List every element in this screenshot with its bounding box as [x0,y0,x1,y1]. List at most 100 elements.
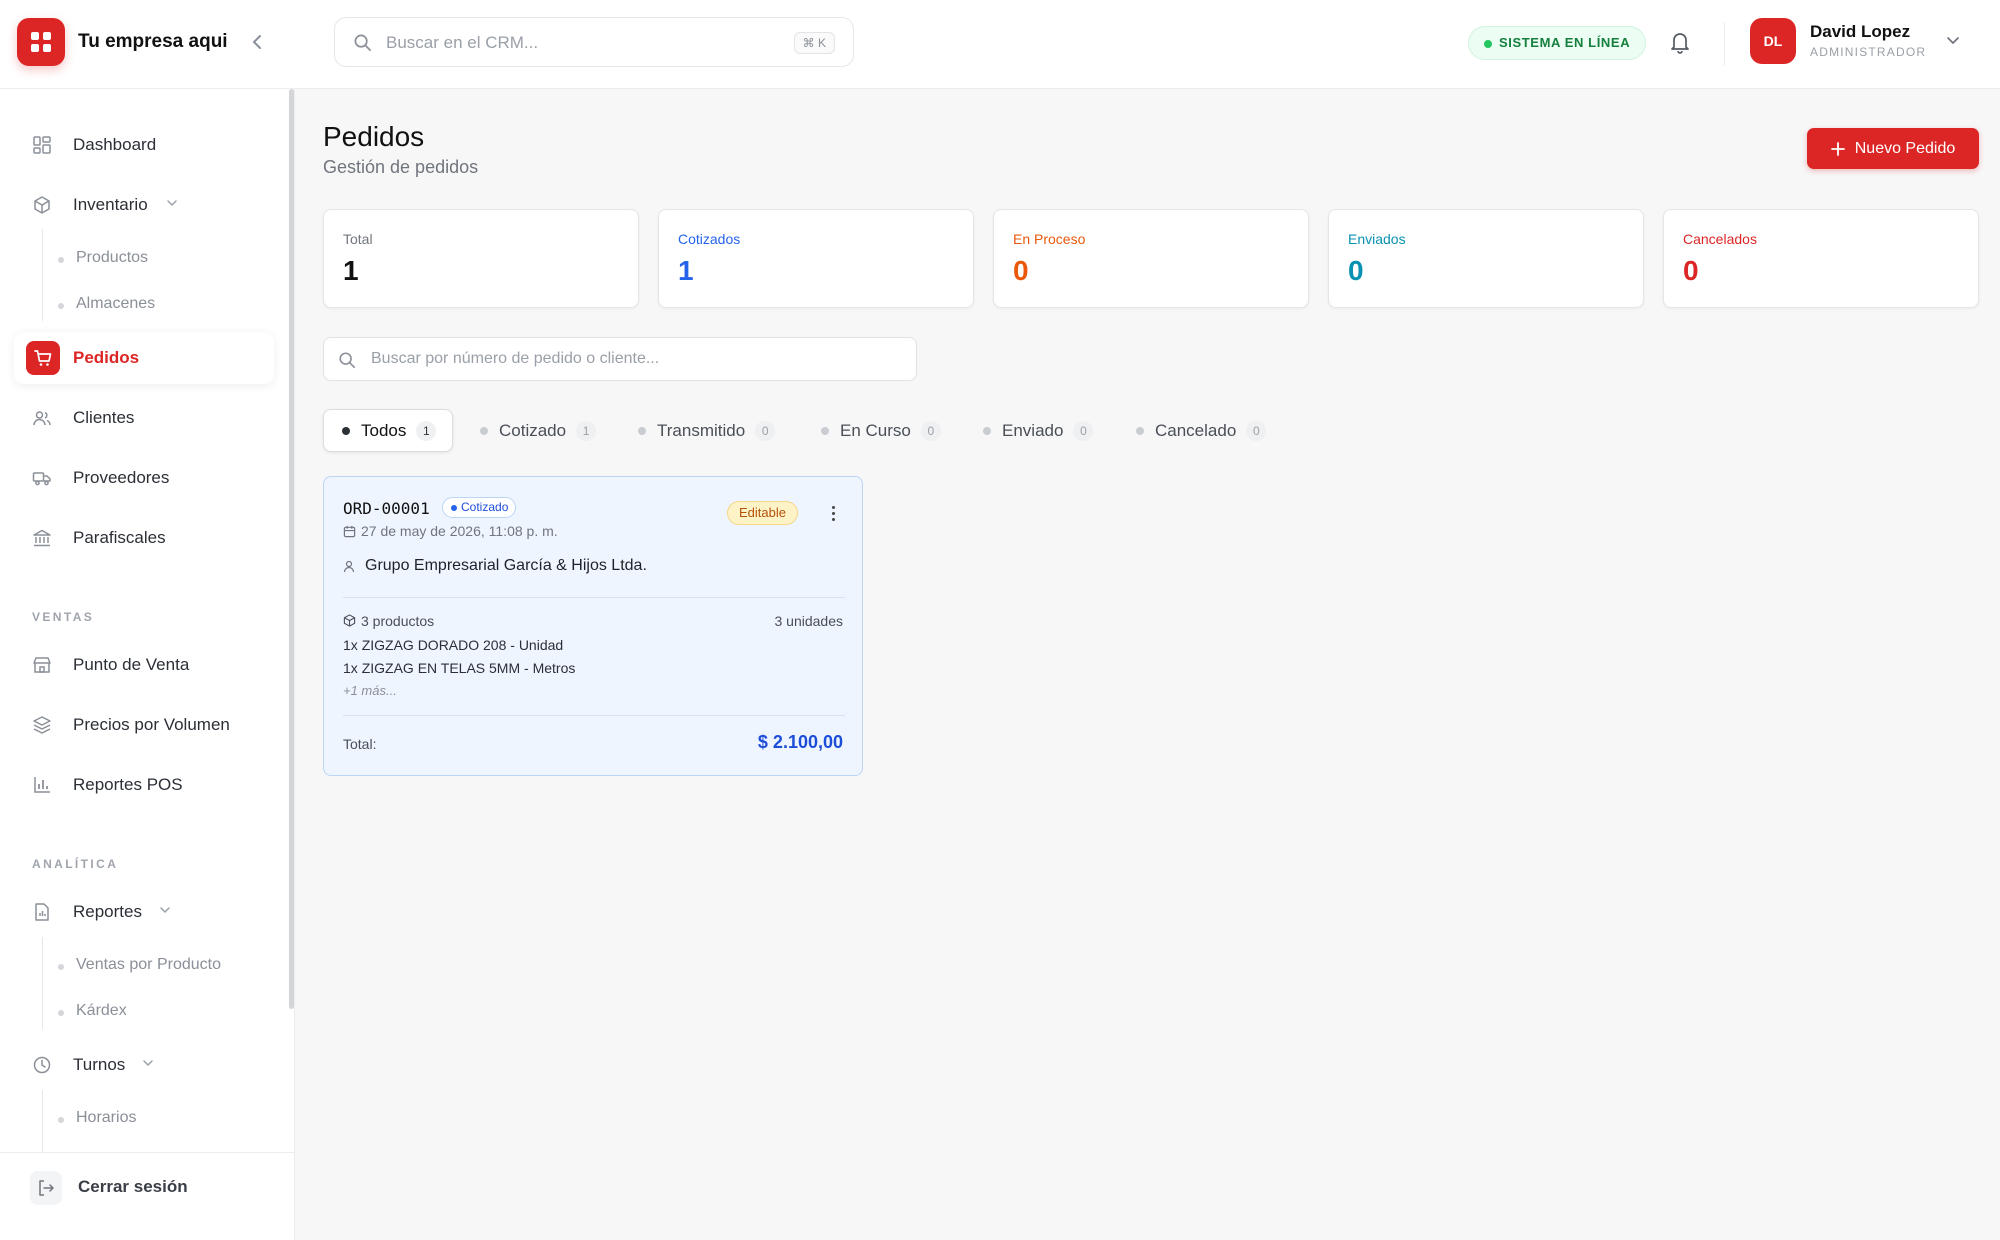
search-icon [339,352,356,369]
bell-icon[interactable] [1668,29,1694,57]
more-products-text: +1 más... [343,683,397,698]
product-line: 1x ZIGZAG DORADO 208 - Unidad [343,637,563,653]
dashboard-icon [33,136,51,154]
tab-transmitido[interactable]: Transmitido 0 [620,409,791,452]
more-options-icon[interactable] [824,503,842,523]
sidebar-scrollbar[interactable] [289,89,294,1009]
client-name: Grupo Empresarial García & Hijos Ltda. [365,557,647,574]
submenu-guide-line [42,229,43,321]
stat-label: Total [343,231,373,247]
user-icon [343,560,355,573]
stat-label: Cancelados [1683,231,1757,247]
editable-badge: Editable [727,501,798,525]
page-title: Pedidos [323,121,425,152]
users-icon [33,411,51,426]
box-icon [34,196,50,214]
logout-icon [30,1171,62,1205]
tab-enviado[interactable]: Enviado 0 [965,409,1109,452]
sidebar-item-turnos[interactable]: Turnos [14,1039,274,1091]
stat-value: 1 [343,255,359,286]
tab-todos[interactable]: Todos 1 [323,409,454,452]
section-label-analitica: ANALÍTICA [32,857,119,871]
tab-count-badge: 0 [755,420,776,441]
logout-label: Cerrar sesión [78,1177,188,1196]
sidebar-item-label: Reportes [73,902,142,921]
tab-cancelado[interactable]: Cancelado 0 [1118,409,1282,452]
tab-label: Enviado [1002,420,1064,440]
sidebar-item-pedidos[interactable]: Pedidos [14,332,274,384]
user-name[interactable]: David Lopez [1810,22,1910,42]
top-bar: Tu empresa aqui Buscar en el CRM... ⌘ K … [0,0,2000,89]
chevron-down-icon [143,1060,153,1067]
page-subtitle: Gestión de pedidos [323,157,479,177]
chevron-down-icon[interactable] [1946,32,1960,50]
tab-dot [342,426,350,435]
sidebar-item-parafiscales[interactable]: Parafiscales [14,512,274,564]
sidebar-item-dashboard[interactable]: Dashboard [14,119,274,171]
chevron-down-icon [167,200,177,207]
brand-logo-icon[interactable] [17,18,65,66]
stat-card-en-proceso[interactable]: En Proceso 0 [993,209,1309,308]
sidebar-item-inventario[interactable]: Inventario [14,179,274,231]
stat-value: 0 [1013,255,1029,286]
tab-dot [638,426,646,435]
sidebar-item-label: Parafiscales [73,528,166,547]
order-search-input[interactable]: Buscar por número de pedido o cliente... [323,337,917,381]
sidebar-item-label: Proveedores [73,468,170,487]
report-icon [35,903,49,921]
units-count: 3 unidades [774,613,843,629]
tab-count-badge: 0 [1073,420,1094,441]
stat-card-cancelados[interactable]: Cancelados 0 [1663,209,1979,308]
order-card[interactable]: ORD-00001 Cotizado Editable 27 de may de… [323,476,863,776]
search-shortcut-badge: ⌘ K [793,32,835,54]
sidebar-item-reportes-pos[interactable]: Reportes POS [14,759,274,811]
sidebar-subitem-kardex[interactable]: Kárdex [58,1002,127,1020]
sidebar-subitem-productos[interactable]: Productos [57,249,148,267]
sidebar-subitem-almacenes[interactable]: Almacenes [57,295,155,313]
product-line: 1x ZIGZAG EN TELAS 5MM - Metros [343,660,575,676]
sidebar-item-label: Clientes [73,408,135,427]
sidebar-subitem-horarios[interactable]: Horarios [57,1109,136,1127]
sidebar-item-reportes[interactable]: Reportes [14,886,274,938]
tab-cotizado[interactable]: Cotizado 1 [462,409,612,452]
stat-value: 0 [1683,255,1699,286]
bar-chart-icon [34,777,50,793]
tab-label: Transmitido [657,420,746,440]
stat-card-cotizados[interactable]: Cotizados 1 [658,209,974,308]
tab-dot [480,426,488,435]
brand-name: Tu empresa aqui [78,31,228,52]
product-name: ZIGZAG EN TELAS 5MM - Metros [361,660,576,676]
product-name: ZIGZAG DORADO 208 - Unidad [361,637,564,653]
calendar-icon [343,525,356,538]
tab-label: Cotizado [499,420,567,440]
order-total: $ 2.100,00 [757,732,843,752]
store-icon [33,657,51,673]
sidebar-item-precios-por-volumen[interactable]: Precios por Volumen [14,699,274,751]
tab-dot [821,426,829,435]
collapse-sidebar-icon[interactable] [246,28,268,56]
tab-count-badge: 1 [416,420,437,441]
sidebar-item-proveedores[interactable]: Proveedores [14,452,274,504]
sidebar-item-label: Pedidos [73,348,140,367]
total-label: Total: [343,736,377,752]
stat-label: Enviados [1348,231,1406,247]
tab-count-badge: 0 [920,420,941,441]
status-badge: Cotizado [442,497,517,518]
sidebar-item-punto-de-venta[interactable]: Punto de Venta [14,639,274,691]
tab-en-curso[interactable]: En Curso 0 [803,409,957,452]
header-divider [1724,22,1725,66]
submenu-guide-line [42,1090,43,1152]
stat-card-total[interactable]: Total 1 [323,209,639,308]
sidebar-item-clientes[interactable]: Clientes [14,392,274,444]
avatar[interactable]: DL [1750,18,1796,64]
order-search-placeholder: Buscar por número de pedido o cliente... [371,350,660,367]
stat-label: En Proceso [1013,231,1086,247]
global-search-input[interactable]: Buscar en el CRM... ⌘ K [334,17,854,67]
search-placeholder: Buscar en el CRM... [386,33,539,52]
sidebar-subitem-ventas-por-producto[interactable]: Ventas por Producto [58,956,221,974]
sidebar-item-label: Punto de Venta [73,655,190,674]
new-order-button[interactable]: Nuevo Pedido [1807,128,1979,169]
stat-value: 1 [678,255,694,286]
new-order-label: Nuevo Pedido [1854,139,1956,157]
stat-card-enviados[interactable]: Enviados 0 [1328,209,1644,308]
